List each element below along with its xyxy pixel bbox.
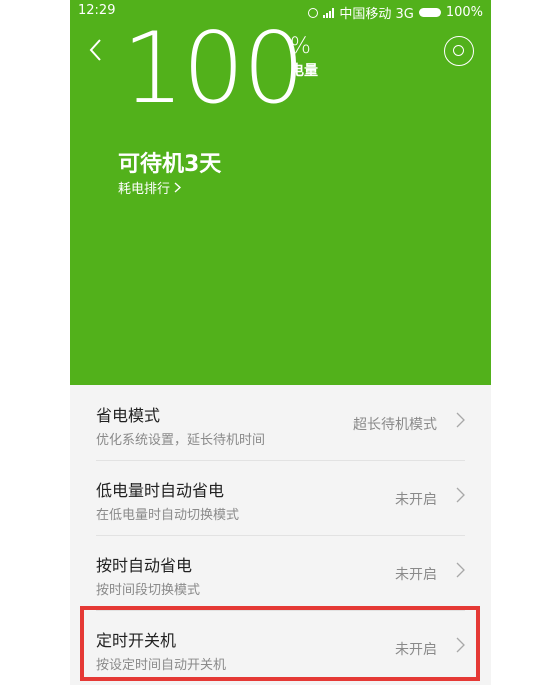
setting-title: 按时自动省电 — [96, 556, 193, 575]
setting-title: 省电模式 — [96, 406, 161, 425]
setting-low-battery-auto-save[interactable]: 低电量时自动省电 在低电量时自动切换模式 未开启 — [96, 461, 465, 536]
setting-title: 定时开关机 — [96, 631, 177, 650]
settings-list: 省电模式 优化系统设置，延长待机时间 超长待机模式 低电量时自动省电 在低电量时… — [70, 386, 491, 685]
chevron-right-icon — [456, 412, 465, 428]
carrier-label: 中国移动 3G — [339, 7, 414, 22]
chevron-right-icon — [456, 562, 465, 578]
battery-percent: 100% — [445, 5, 483, 20]
battery-level: 100 — [122, 12, 305, 126]
battery-icon — [418, 8, 441, 17]
setting-subtitle: 按时间段切换模式 — [96, 583, 201, 598]
setting-scheduled-power-on-off[interactable]: 定时开关机 按设定时间自动开关机 未开启 — [96, 611, 465, 685]
percent-sign: % — [290, 34, 311, 59]
alarm-icon — [308, 7, 319, 18]
power-ranking-label: 耗电排行 — [118, 182, 171, 197]
phone-screen: 12:29 中国移动 3G 100% 100 % 电量 可待机3天 耗电排行 省… — [70, 0, 491, 685]
chevron-right-icon — [456, 637, 465, 653]
power-ranking-link[interactable]: 耗电排行 — [118, 178, 182, 197]
setting-subtitle: 在低电量时自动切换模式 — [96, 508, 240, 523]
back-button[interactable] — [88, 38, 104, 62]
chevron-right-icon — [456, 487, 465, 503]
chevron-right-icon — [174, 182, 182, 193]
settings-button[interactable] — [444, 36, 474, 66]
battery-unit-label: 电量 — [290, 63, 318, 79]
status-indicators: 中国移动 3G 100% — [308, 3, 483, 22]
setting-subtitle: 优化系统设置，延长待机时间 — [96, 433, 266, 448]
signal-icon — [323, 7, 335, 18]
chevron-left-icon — [89, 39, 101, 61]
setting-value: 未开启 — [395, 642, 437, 658]
battery-header: 12:29 中国移动 3G 100% 100 % 电量 可待机3天 耗电排行 — [70, 0, 491, 385]
setting-scheduled-power-saving[interactable]: 按时自动省电 按时间段切换模式 未开启 — [96, 536, 465, 611]
setting-subtitle: 按设定时间自动开关机 — [96, 658, 227, 673]
standby-time: 可待机3天 — [118, 152, 222, 177]
setting-value: 超长待机模式 — [353, 417, 437, 433]
setting-value: 未开启 — [395, 492, 437, 508]
setting-title: 低电量时自动省电 — [96, 481, 225, 500]
setting-power-saving-mode[interactable]: 省电模式 优化系统设置，延长待机时间 超长待机模式 — [96, 386, 465, 461]
setting-value: 未开启 — [395, 567, 437, 583]
gear-icon — [453, 45, 464, 56]
status-time: 12:29 — [78, 3, 116, 18]
